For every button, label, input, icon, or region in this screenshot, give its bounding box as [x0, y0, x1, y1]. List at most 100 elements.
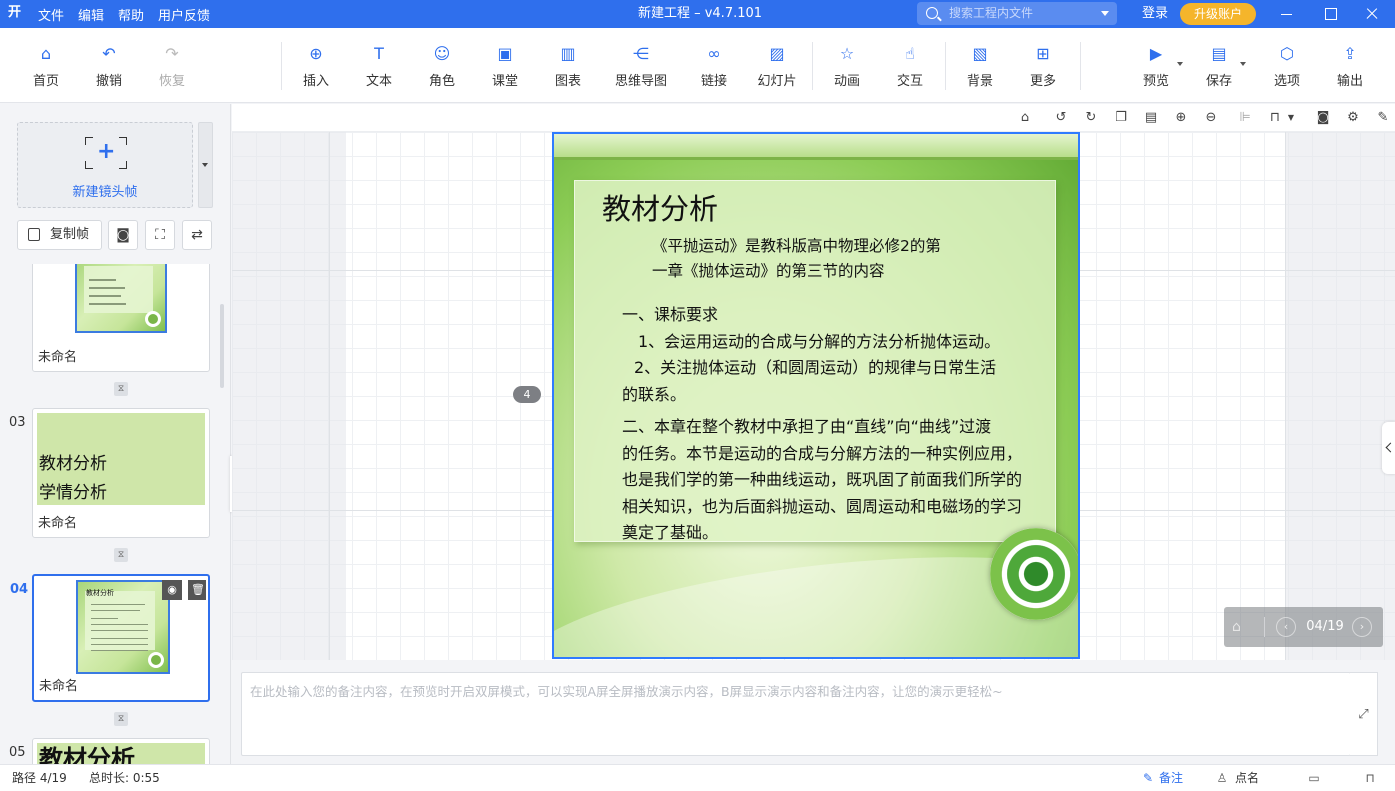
animation-button[interactable]: ☆ 动画: [820, 44, 874, 92]
role-button[interactable]: ☺ 角色: [415, 44, 469, 92]
insert-button[interactable]: ⊕ 插入: [289, 44, 343, 92]
path-indicator: 路径 4/19: [12, 771, 67, 785]
redo-icon: ↷: [165, 44, 179, 63]
frame-item[interactable]: 05 教材分析: [9, 738, 210, 764]
export-button[interactable]: ⇪ 输出: [1323, 44, 1377, 92]
rotate-left-icon[interactable]: ↺: [1052, 109, 1070, 127]
home-view-icon[interactable]: ⌂: [1016, 109, 1034, 127]
frame-item[interactable]: 未命名: [32, 264, 210, 372]
total-duration: 总时长: 0:55: [89, 771, 160, 785]
chart-button[interactable]: ▥ 图表: [541, 44, 595, 92]
person-icon: ☺: [433, 44, 451, 63]
new-frame-button[interactable]: + 新建镜头帧: [17, 122, 193, 208]
paragraph-line: 二、本章在整个教材中承担了由“直线”向“曲线”过渡: [622, 417, 992, 436]
rollcall-toggle[interactable]: 点名: [1235, 765, 1259, 791]
background-button[interactable]: ▧ 背景: [953, 44, 1007, 92]
menu-feedback[interactable]: 用户反馈: [158, 5, 210, 24]
paste-icon[interactable]: ▤: [1142, 109, 1160, 127]
edit-icon[interactable]: ✎: [1374, 109, 1392, 127]
slide-title[interactable]: 教材分析: [602, 186, 718, 228]
next-page-button[interactable]: ›: [1352, 617, 1372, 637]
more-button[interactable]: ⊞ 更多: [1016, 44, 1070, 92]
plus-circle-icon: ⊕: [309, 44, 323, 63]
frame-link-icon[interactable]: ⧖: [114, 712, 128, 726]
collapse-right-panel-button[interactable]: [1382, 422, 1395, 474]
minimize-button[interactable]: [1271, 0, 1301, 28]
bar-chart-icon: ▥: [560, 44, 576, 63]
text-button[interactable]: T 文本: [352, 44, 406, 92]
slide-intro[interactable]: 《平抛运动》是教科版高中物理必修2的第 一章《抛体运动》的第三节的内容: [652, 234, 1012, 284]
camera-icon: ◙: [116, 227, 130, 243]
notes-toggle[interactable]: 备注: [1159, 765, 1183, 791]
search-dropdown-icon[interactable]: [1101, 11, 1109, 16]
list-item: 1、会运用运动的合成与分解的方法分析抛体运动。: [638, 331, 1001, 351]
options-button[interactable]: ⬡ 选项: [1260, 44, 1314, 92]
frame-number: 04: [10, 582, 29, 597]
menu-file[interactable]: 文件: [38, 5, 64, 24]
grid-icon: ⊞: [1036, 44, 1050, 63]
screenshot-button[interactable]: ◙: [108, 220, 138, 250]
notes-icon: ✎: [1142, 771, 1154, 785]
frame-thumbnail: 教材分析 学情分析: [37, 413, 205, 505]
close-button[interactable]: [1357, 0, 1387, 28]
frame-scan-button[interactable]: ⛶: [145, 220, 175, 250]
frame-number-badge[interactable]: 4: [513, 386, 541, 403]
thumb-text: 学情分析: [39, 483, 107, 503]
upgrade-account-button[interactable]: 升级账户: [1180, 3, 1256, 25]
frame-thumbnail: [37, 264, 205, 345]
login-link[interactable]: 登录: [1142, 0, 1168, 28]
current-slide[interactable]: 教材分析 《平抛运动》是教科版高中物理必修2的第 一章《抛体运动》的第三节的内容…: [552, 132, 1080, 659]
frame-view-icon[interactable]: ◉: [162, 580, 182, 600]
thumb-text: 教材分析: [86, 589, 114, 597]
toolbar-divider: [1080, 42, 1081, 90]
rotate-right-icon[interactable]: ↻: [1082, 109, 1100, 127]
settings-icon[interactable]: ⚙: [1344, 109, 1362, 127]
zoom-out-icon[interactable]: ⊖: [1202, 109, 1220, 127]
canvas-area[interactable]: ⌂ ↺ ↻ ❐ ▤ ⊕ ⊖ ⊫ ⊓ ▼ ◙ ⚙ ✎ 4 教材分析 《平抛运动》是…: [232, 104, 1395, 660]
screen-icon[interactable]: ▭: [1307, 771, 1321, 785]
new-frame-dropdown[interactable]: [198, 122, 213, 208]
notes-input[interactable]: [242, 673, 1350, 755]
copy-icon[interactable]: ❐: [1112, 109, 1130, 127]
frame-list-scrollbar[interactable]: [220, 304, 224, 388]
classroom-button[interactable]: ▣ 课堂: [478, 44, 532, 92]
paragraph-line: 也是我们学的第一种曲线运动，既巩固了前面我们所学的: [622, 470, 1023, 489]
search-input[interactable]: 搜索工程内文件: [917, 2, 1117, 25]
prev-page-button[interactable]: ‹: [1276, 617, 1296, 637]
expand-notes-button[interactable]: ⤢: [1350, 672, 1378, 756]
menu-help[interactable]: 帮助: [118, 5, 144, 24]
frame-item[interactable]: 03 教材分析 学情分析 未命名: [9, 408, 210, 538]
camera-icon[interactable]: ◙: [1314, 109, 1332, 127]
preview-dropdown-icon[interactable]: [1177, 62, 1183, 66]
trash-icon[interactable]: 🗑: [188, 580, 206, 600]
redo-button[interactable]: ↷ 恢复: [145, 44, 199, 92]
save-dropdown-icon[interactable]: [1240, 62, 1246, 66]
canvas-shade: [1286, 132, 1395, 660]
app-logo: 开: [8, 5, 22, 20]
copy-frame-button[interactable]: 复制帧: [17, 220, 102, 250]
transition-button[interactable]: ⇄: [182, 220, 212, 250]
undo-button[interactable]: ↶ 撤销: [82, 44, 136, 92]
frame-item-active[interactable]: 04 教材分析 ◉ 🗑 未命名: [10, 574, 210, 702]
lock-icon[interactable]: ⊓: [1363, 771, 1377, 785]
maximize-button[interactable]: [1315, 0, 1345, 28]
text-icon: T: [374, 44, 384, 63]
save-button[interactable]: ▤ 保存: [1192, 44, 1246, 92]
preview-button[interactable]: ▶ 预览: [1129, 44, 1183, 92]
home-button[interactable]: ⌂ 首页: [19, 44, 73, 92]
mindmap-button[interactable]: ⋲ 思维导图: [612, 44, 670, 92]
align-icon[interactable]: ⊫: [1236, 109, 1254, 127]
home-icon[interactable]: ⌂: [1232, 619, 1250, 635]
link-button[interactable]: ∞ 链接: [687, 44, 741, 92]
undo-icon: ↶: [102, 44, 116, 63]
slideshow-button[interactable]: ▨ 幻灯片: [750, 44, 804, 92]
canvas-toolbar: ⌂ ↺ ↻ ❐ ▤ ⊕ ⊖ ⊫ ⊓ ▼ ◙ ⚙ ✎: [232, 104, 1395, 132]
copy-icon: [24, 228, 40, 246]
frame-link-icon[interactable]: ⧖: [114, 382, 128, 396]
zoom-in-icon[interactable]: ⊕: [1172, 109, 1190, 127]
menu-edit[interactable]: 编辑: [78, 5, 104, 24]
frame-link-icon[interactable]: ⧖: [114, 548, 128, 562]
interaction-button[interactable]: ☝ 交互: [883, 44, 937, 92]
slide-body[interactable]: 一、课标要求 1、会运用运动的合成与分解的方法分析抛体运动。 2、关注抛体运动（…: [622, 302, 1054, 547]
lock-dropdown-icon[interactable]: ▼: [1282, 109, 1300, 127]
